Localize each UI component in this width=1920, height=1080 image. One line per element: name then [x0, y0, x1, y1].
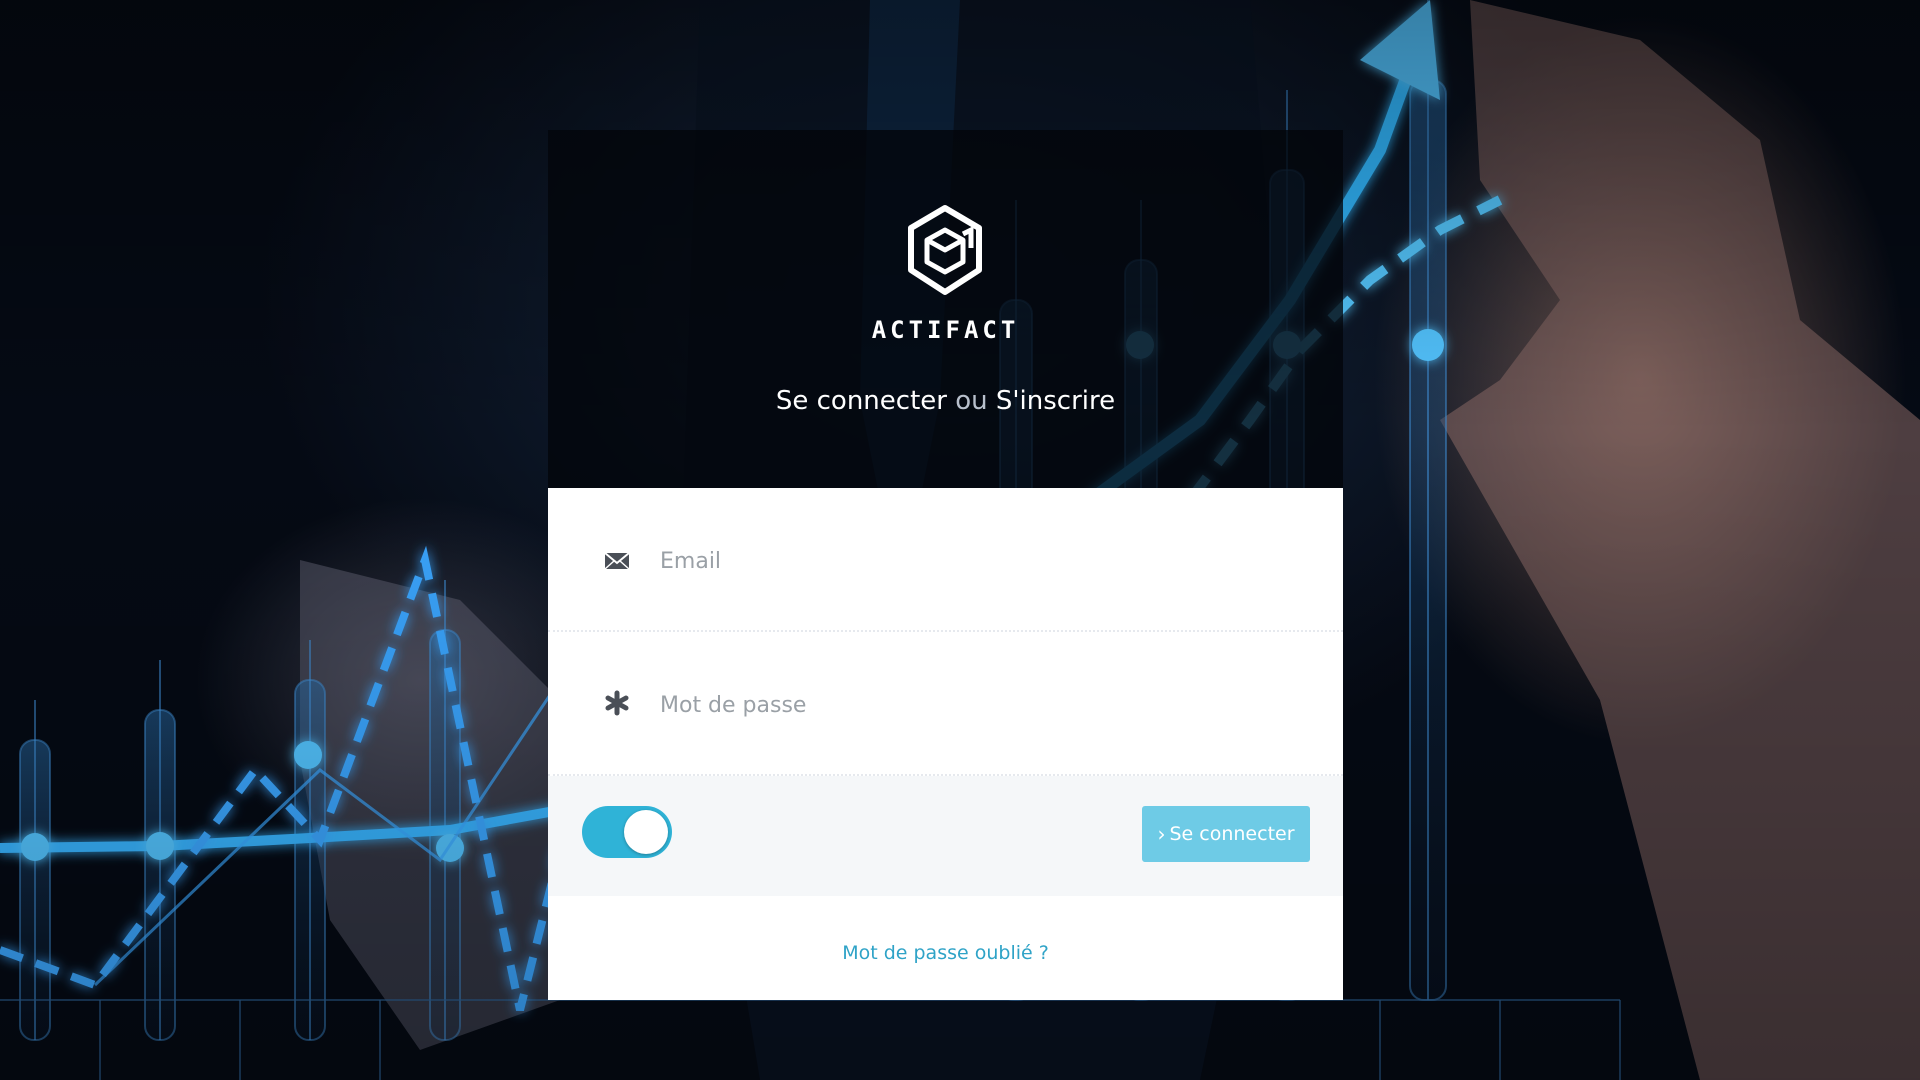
- chevron-right-icon: ›: [1157, 822, 1166, 846]
- auth-mode-title: Se connecter ou S'inscrire: [548, 386, 1343, 416]
- login-button-label: Se connecter: [1169, 823, 1295, 845]
- login-card: ACTIFACT Se connecter ou S'inscrire Emai…: [548, 130, 1343, 1000]
- separator-text: ou: [955, 386, 988, 416]
- brand-name: ACTIFACT: [871, 316, 1020, 344]
- envelope-icon: [604, 552, 630, 570]
- login-link[interactable]: Se connecter: [776, 386, 947, 416]
- remember-me-toggle[interactable]: [582, 806, 672, 858]
- login-header: ACTIFACT Se connecter ou S'inscrire: [548, 130, 1343, 488]
- login-button[interactable]: › Se connecter: [1142, 806, 1310, 862]
- forgot-password-link[interactable]: Mot de passe oublié ?: [548, 942, 1343, 964]
- register-link[interactable]: S'inscrire: [996, 386, 1115, 416]
- toggle-knob: [624, 810, 668, 854]
- password-row: [548, 632, 1343, 776]
- email-input[interactable]: [658, 534, 1302, 588]
- login-form: › Se connecter Mot de passe oublié ?: [548, 488, 1343, 1000]
- login-page: ACTIFACT Se connecter ou S'inscrire Emai…: [0, 0, 1920, 1080]
- email-row: [548, 488, 1343, 632]
- actifact-logo-icon: [908, 205, 982, 295]
- asterisk-icon: [605, 690, 629, 716]
- password-input[interactable]: [658, 678, 1302, 732]
- form-actions: › Se connecter: [548, 776, 1343, 896]
